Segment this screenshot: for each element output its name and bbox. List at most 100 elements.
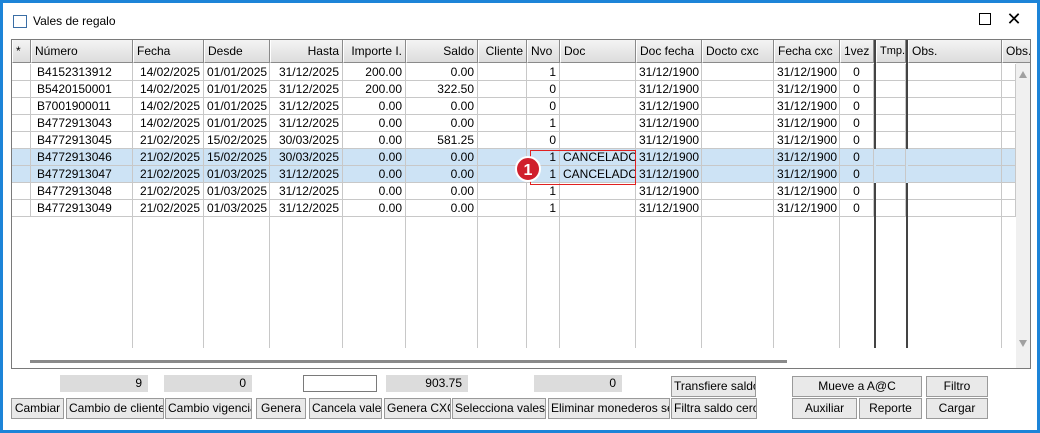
table-cell-importe[interactable]: 0.00: [343, 200, 406, 217]
table-cell-unavez[interactable]: 0: [840, 115, 874, 132]
table-cell-unavez[interactable]: 0: [840, 149, 874, 166]
cambio-vigencia-button[interactable]: Cambio vigencia: [165, 398, 252, 419]
table-cell-doc-fecha[interactable]: 31/12/1900: [636, 81, 702, 98]
table-cell[interactable]: [908, 132, 1002, 149]
row-marker[interactable]: [12, 166, 31, 183]
table-cell-fecha-cxc[interactable]: 31/12/1900: [774, 183, 840, 200]
table-cell-hasta[interactable]: 30/03/2025: [270, 149, 343, 166]
table-row[interactable]: B7001900011 14/02/2025 01/01/2025 31/12/202…: [12, 98, 1016, 115]
table-cell[interactable]: [876, 132, 906, 149]
table-cell-doc[interactable]: [560, 183, 636, 200]
column-header-obs[interactable]: Obs.: [908, 40, 1002, 63]
filtra-saldo-cero-button[interactable]: Filtra saldo cero: [671, 398, 757, 419]
table-cell-saldo[interactable]: 0.00: [406, 64, 478, 81]
column-header-cliente[interactable]: Cliente: [478, 40, 527, 63]
table-cell-numero[interactable]: B4772913048: [31, 183, 133, 200]
table-cell-importe[interactable]: 0.00: [343, 132, 406, 149]
table-cell-saldo[interactable]: 0.00: [406, 166, 478, 183]
table-cell[interactable]: [876, 64, 906, 81]
table-cell-fecha[interactable]: 14/02/2025: [133, 64, 204, 81]
table-cell-importe[interactable]: 0.00: [343, 149, 406, 166]
table-cell-fecha[interactable]: 14/02/2025: [133, 98, 204, 115]
row-marker[interactable]: [12, 132, 31, 149]
table-cell-doc-fecha[interactable]: 31/12/1900: [636, 132, 702, 149]
table-cell-numero[interactable]: B5420150001: [31, 81, 133, 98]
table-cell-cliente[interactable]: [478, 132, 527, 149]
table-cell-doc[interactable]: [560, 200, 636, 217]
table-cell-fecha-cxc[interactable]: 31/12/1900: [774, 98, 840, 115]
table-cell-docto-cxc[interactable]: [702, 166, 774, 183]
table-cell[interactable]: [1002, 183, 1016, 200]
table-cell-desde[interactable]: 15/02/2025: [204, 149, 270, 166]
column-header-tmp[interactable]: Tmp.: [876, 40, 906, 63]
table-cell-importe[interactable]: 200.00: [343, 64, 406, 81]
table-cell-fecha-cxc[interactable]: 31/12/1900: [774, 81, 840, 98]
table-cell[interactable]: [1002, 200, 1016, 217]
table-row[interactable]: B4772913043 14/02/2025 01/01/2025 31/12/202…: [12, 115, 1016, 132]
table-cell-unavez[interactable]: 0: [840, 166, 874, 183]
cargar-button[interactable]: Cargar: [926, 398, 988, 419]
eliminar-monederos-button[interactable]: Eliminar monederos sel: [548, 398, 670, 419]
column-header-doc-fecha[interactable]: Doc fecha: [636, 40, 702, 63]
row-marker[interactable]: [12, 98, 31, 115]
table-cell-doc[interactable]: [560, 132, 636, 149]
table-cell-saldo[interactable]: 0.00: [406, 149, 478, 166]
filtro-button[interactable]: Filtro: [926, 376, 988, 397]
table-cell-fecha-cxc[interactable]: 31/12/1900: [774, 200, 840, 217]
table-cell-unavez[interactable]: 0: [840, 183, 874, 200]
table-cell[interactable]: [1002, 98, 1016, 115]
table-row[interactable]: B4772913048 21/02/2025 01/03/2025 31/12/202…: [12, 183, 1016, 200]
table-cell[interactable]: [876, 166, 906, 183]
table-cell-docto-cxc[interactable]: [702, 115, 774, 132]
table-cell-unavez[interactable]: 0: [840, 132, 874, 149]
table-cell-numero[interactable]: B4772913046: [31, 149, 133, 166]
table-cell-doc-fecha[interactable]: 31/12/1900: [636, 166, 702, 183]
table-cell-desde[interactable]: 01/03/2025: [204, 183, 270, 200]
table-cell-fecha-cxc[interactable]: 31/12/1900: [774, 166, 840, 183]
table-cell-numero[interactable]: B7001900011: [31, 98, 133, 115]
table-cell-desde[interactable]: 01/03/2025: [204, 200, 270, 217]
table-cell-cliente[interactable]: [478, 98, 527, 115]
table-cell-doc-fecha[interactable]: 31/12/1900: [636, 200, 702, 217]
table-cell-fecha[interactable]: 21/02/2025: [133, 132, 204, 149]
table-cell-importe[interactable]: 200.00: [343, 81, 406, 98]
table-row[interactable]: B4152313912 14/02/2025 01/01/2025 31/12/202…: [12, 64, 1016, 81]
row-marker[interactable]: [12, 81, 31, 98]
column-header-nvo[interactable]: Nvo: [527, 40, 560, 63]
table-cell-desde[interactable]: 01/01/2025: [204, 81, 270, 98]
horizontal-scrollbar[interactable]: [12, 354, 1016, 368]
scroll-up-icon[interactable]: [1019, 71, 1027, 78]
table-cell[interactable]: [1002, 166, 1016, 183]
table-cell-docto-cxc[interactable]: [702, 64, 774, 81]
table-cell[interactable]: [908, 64, 1002, 81]
table-cell[interactable]: [1002, 64, 1016, 81]
table-cell-importe[interactable]: 0.00: [343, 183, 406, 200]
table-cell[interactable]: [1002, 115, 1016, 132]
table-cell-doc[interactable]: [560, 98, 636, 115]
table-cell-fecha[interactable]: 21/02/2025: [133, 149, 204, 166]
table-cell-desde[interactable]: 01/01/2025: [204, 115, 270, 132]
table-cell-nvo[interactable]: 1: [527, 64, 560, 81]
scroll-down-icon[interactable]: [1019, 340, 1027, 347]
table-cell[interactable]: [1002, 132, 1016, 149]
column-header-1vez[interactable]: 1vez: [840, 40, 874, 63]
genera-cxc-button[interactable]: Genera CXC: [384, 398, 451, 419]
row-marker[interactable]: [12, 149, 31, 166]
table-cell-docto-cxc[interactable]: [702, 81, 774, 98]
table-cell-unavez[interactable]: 0: [840, 64, 874, 81]
table-cell-doc-fecha[interactable]: 31/12/1900: [636, 98, 702, 115]
table-cell-nvo[interactable]: 1: [527, 115, 560, 132]
total-input[interactable]: [303, 375, 377, 392]
column-header-fecha-cxc[interactable]: Fecha cxc: [774, 40, 840, 63]
table-cell-nvo[interactable]: 0: [527, 98, 560, 115]
column-header-marker[interactable]: *: [12, 40, 31, 63]
table-cell[interactable]: [876, 149, 906, 166]
table-cell[interactable]: [876, 81, 906, 98]
table-cell-hasta[interactable]: 31/12/2025: [270, 81, 343, 98]
mueve-a-button[interactable]: Mueve a A@C: [792, 376, 922, 397]
column-header-importe[interactable]: Importe I.: [343, 40, 406, 63]
table-cell-cliente[interactable]: [478, 200, 527, 217]
table-cell-fecha[interactable]: 21/02/2025: [133, 183, 204, 200]
row-marker[interactable]: [12, 200, 31, 217]
table-cell-nvo[interactable]: 1: [527, 183, 560, 200]
